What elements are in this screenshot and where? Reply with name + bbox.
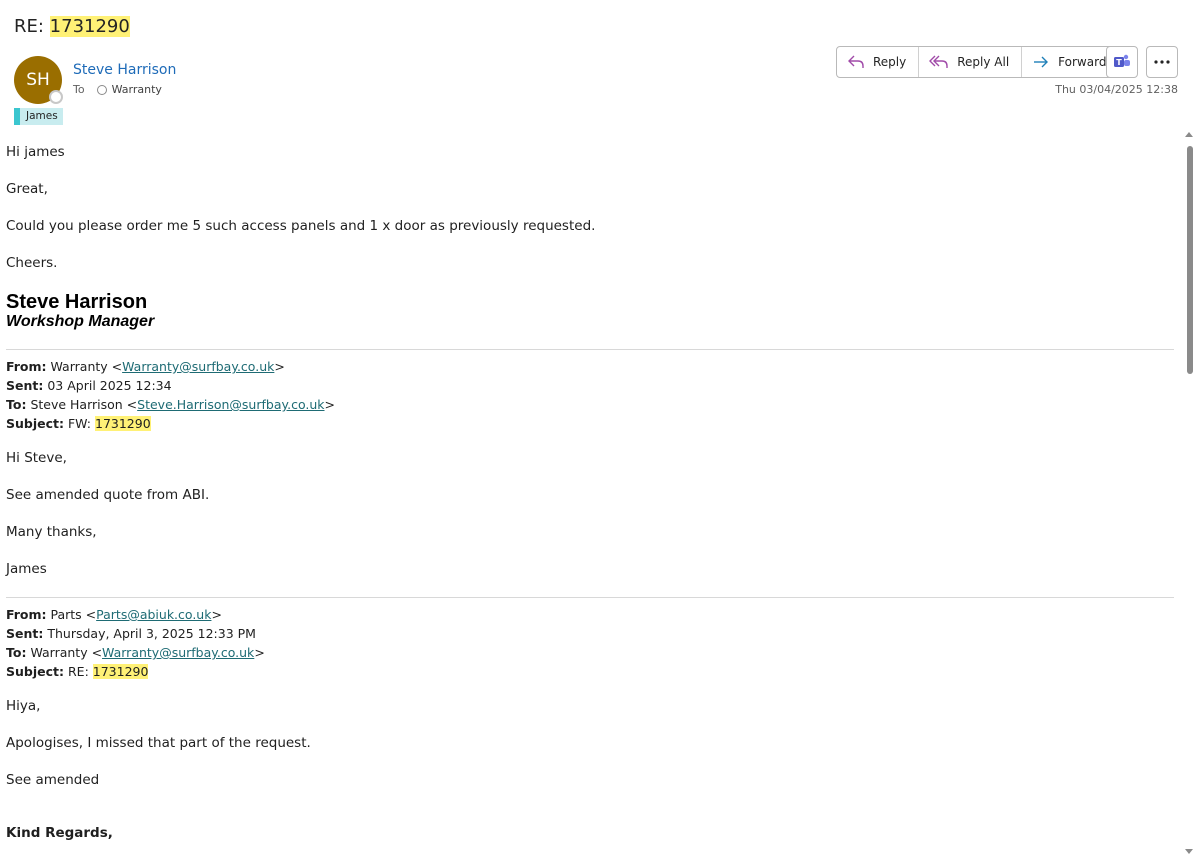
reply-icon <box>848 55 864 68</box>
forward-button[interactable]: Forward <box>1022 47 1118 77</box>
subject-number: 1731290 <box>49 16 130 37</box>
reply-all-label: Reply All <box>957 55 1010 69</box>
category-tag[interactable]: James <box>14 108 63 125</box>
reply-all-icon <box>929 55 948 68</box>
reply-actions-group: Reply Reply All Forward <box>836 46 1120 78</box>
quoted-header: From: Warranty <Warranty@surfbay.co.uk> … <box>6 357 1174 433</box>
quoted-from-line: From: Parts <Parts@abiuk.co.uk> <box>6 607 222 622</box>
recipient-presence-icon <box>96 84 107 95</box>
email-link[interactable]: Steve.Harrison@surfbay.co.uk <box>137 397 324 412</box>
signature-name: Steve Harrison <box>6 291 148 313</box>
category-label: James <box>26 110 58 122</box>
quoted-from-line: From: Warranty <Warranty@surfbay.co.uk> <box>6 359 285 374</box>
body-paragraph: Many thanks, <box>6 524 97 540</box>
email-link[interactable]: Warranty@surfbay.co.uk <box>122 359 274 374</box>
quoted-subject-line: Subject: RE: 1731290 <box>6 664 149 679</box>
quoted-sent-line: Sent: 03 April 2025 12:34 <box>6 378 172 393</box>
quote-separator <box>6 597 1174 598</box>
message-body: Hi james Great, Could you please order m… <box>6 143 1174 861</box>
sender-name[interactable]: Steve Harrison <box>73 62 176 78</box>
category-color-bar <box>14 108 20 125</box>
body-paragraph: Hi Steve, <box>6 450 67 466</box>
subject-prefix: RE: <box>14 16 50 37</box>
reply-label: Reply <box>873 55 907 69</box>
to-line: To Warranty <box>73 83 162 96</box>
quoted-to-line: To: Warranty <Warranty@surfbay.co.uk> <box>6 645 265 660</box>
body-paragraph: Kind Regards, <box>6 825 113 841</box>
more-options-button[interactable] <box>1146 46 1178 78</box>
scrollbar[interactable] <box>1183 130 1193 858</box>
body-paragraph: Cheers. <box>6 255 58 271</box>
forward-label: Forward <box>1058 55 1107 69</box>
body-paragraph: Could you please order me 5 such access … <box>6 218 596 234</box>
email-link[interactable]: Parts@abiuk.co.uk <box>96 607 211 622</box>
presence-status-icon <box>49 90 63 104</box>
body-paragraph: See amended <box>6 772 100 788</box>
svg-text:T: T <box>1116 58 1122 67</box>
body-paragraph: Great, <box>6 181 48 197</box>
scroll-up-icon[interactable] <box>1185 132 1193 137</box>
teams-icon: T <box>1114 54 1130 67</box>
received-date: Thu 03/04/2025 12:38 <box>1055 83 1178 96</box>
body-paragraph: See amended quote from ABI. <box>6 487 210 503</box>
body-paragraph: Hiya, <box>6 698 41 714</box>
reply-all-button[interactable]: Reply All <box>919 47 1023 77</box>
more-icon <box>1154 60 1170 64</box>
quote-separator <box>6 349 1174 350</box>
forward-icon <box>1034 56 1049 68</box>
quoted-subject-line: Subject: FW: 1731290 <box>6 416 151 431</box>
scrollbar-thumb[interactable] <box>1187 146 1193 374</box>
email-subject: RE: 1731290 <box>14 16 130 37</box>
signature-title: Workshop Manager <box>6 313 155 330</box>
to-recipient[interactable]: Warranty <box>112 83 162 96</box>
quoted-header: From: Parts <Parts@abiuk.co.uk> Sent: Th… <box>6 605 1174 681</box>
scroll-down-icon[interactable] <box>1185 849 1193 854</box>
to-label: To <box>73 83 85 96</box>
body-paragraph: James <box>6 561 47 577</box>
body-paragraph: Hi james <box>6 144 65 160</box>
reply-button[interactable]: Reply <box>837 47 920 77</box>
body-paragraph: Apologises, I missed that part of the re… <box>6 735 311 751</box>
email-link[interactable]: Warranty@surfbay.co.uk <box>102 645 254 660</box>
quoted-sent-line: Sent: Thursday, April 3, 2025 12:33 PM <box>6 626 256 641</box>
quoted-to-line: To: Steve Harrison <Steve.Harrison@surfb… <box>6 397 335 412</box>
teams-button[interactable]: T <box>1106 46 1138 78</box>
